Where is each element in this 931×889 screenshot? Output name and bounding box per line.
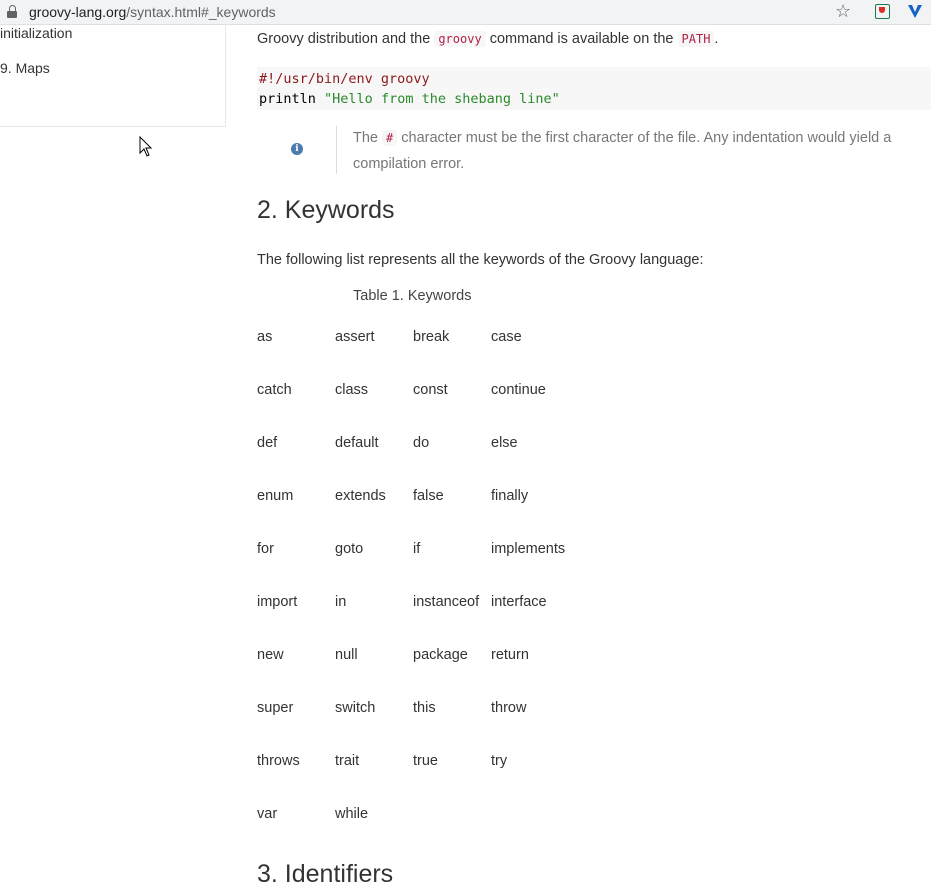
keyword-cell: do	[413, 435, 430, 451]
keyword-cell: true	[413, 753, 438, 769]
keyword-cell: super	[257, 700, 294, 716]
keyword-cell: catch	[257, 382, 292, 398]
keyword-cell: break	[413, 329, 450, 345]
note-text: The	[353, 130, 383, 146]
keyword-cell: extends	[335, 488, 386, 504]
keyword-cell: switch	[335, 700, 376, 716]
keyword-cell: throws	[257, 753, 300, 769]
code-line-shebang: #!/usr/bin/env groovy	[259, 71, 430, 87]
keyword-cell: const	[413, 382, 448, 398]
code-line-println: println "Hello from the shebang line"	[259, 89, 931, 109]
url-host: groovy-lang.org	[29, 4, 127, 20]
keyword-cell: var	[257, 806, 278, 822]
keyword-cell: in	[335, 594, 347, 610]
keyword-cell: trait	[335, 753, 360, 769]
code-keyword: println	[259, 91, 316, 107]
keyword-cell: if	[413, 541, 421, 557]
lock-icon[interactable]	[7, 5, 17, 19]
section-heading-keywords[interactable]: 2. Keywords	[257, 196, 395, 225]
keywords-description: The following list represents all the ke…	[257, 252, 704, 268]
table-caption: Table 1. Keywords	[353, 288, 472, 304]
info-icon: i	[291, 143, 303, 155]
keyword-cell: assert	[335, 329, 375, 345]
keyword-cell: null	[335, 647, 358, 663]
keyword-cell: continue	[491, 382, 546, 398]
intro-text: Groovy distribution and the	[257, 31, 435, 47]
note-text-rest: character must be the first character of…	[353, 130, 892, 172]
keyword-cell: def	[257, 435, 278, 451]
keyword-cell: as	[257, 329, 273, 345]
star-icon[interactable]: ☆	[835, 1, 851, 21]
extension-icon[interactable]	[906, 2, 924, 20]
intro-text-end: .	[714, 31, 719, 47]
keyword-cell: else	[491, 435, 518, 451]
keyword-cell: interface	[491, 594, 547, 610]
keyword-cell: while	[335, 806, 369, 822]
intro-paragraph: Groovy distribution and the groovy comma…	[257, 27, 718, 51]
mouse-cursor-icon	[139, 136, 153, 157]
toc-sidebar: initialization 9. Maps	[0, 24, 226, 127]
section-heading-identifiers[interactable]: 3. Identifiers	[257, 860, 393, 889]
keyword-cell: return	[491, 647, 529, 663]
keyword-cell: goto	[335, 541, 364, 557]
admonition-note: The # character must be the first charac…	[353, 125, 923, 177]
inline-code-hash: #	[382, 130, 398, 146]
keyword-cell: this	[413, 700, 436, 716]
extension-icon[interactable]	[875, 4, 890, 19]
url-text[interactable]: groovy-lang.org/syntax.html#_keywords	[29, 4, 276, 20]
toc-item-initialization[interactable]: initialization	[0, 25, 72, 41]
keyword-cell: package	[413, 647, 468, 663]
keyword-cell: try	[491, 753, 508, 769]
admonition-divider	[336, 126, 337, 174]
keyword-cell: case	[491, 329, 522, 345]
keyword-cell: default	[335, 435, 379, 451]
keyword-cell: enum	[257, 488, 294, 504]
keyword-cell: new	[257, 647, 284, 663]
keyword-cell: implements	[491, 541, 566, 557]
keyword-cell: throw	[491, 700, 527, 716]
inline-code-path: PATH	[677, 31, 715, 47]
address-bar[interactable]: groovy-lang.org/syntax.html#_keywords ☆	[0, 0, 931, 25]
keyword-cell: import	[257, 594, 298, 610]
keyword-cell: class	[335, 382, 369, 398]
code-string: "Hello from the shebang line"	[324, 91, 560, 107]
keyword-cell: false	[413, 488, 444, 504]
toc-item-maps[interactable]: 9. Maps	[0, 60, 50, 76]
code-block: #!/usr/bin/env groovy println "Hello fro…	[257, 67, 931, 110]
keyword-cell: instanceof	[413, 594, 480, 610]
keyword-cell: for	[257, 541, 274, 557]
inline-code-groovy: groovy	[434, 31, 486, 47]
keyword-cell: finally	[491, 488, 529, 504]
url-path: /syntax.html#_keywords	[126, 4, 276, 20]
intro-text-middle: command is available on the	[485, 31, 678, 47]
